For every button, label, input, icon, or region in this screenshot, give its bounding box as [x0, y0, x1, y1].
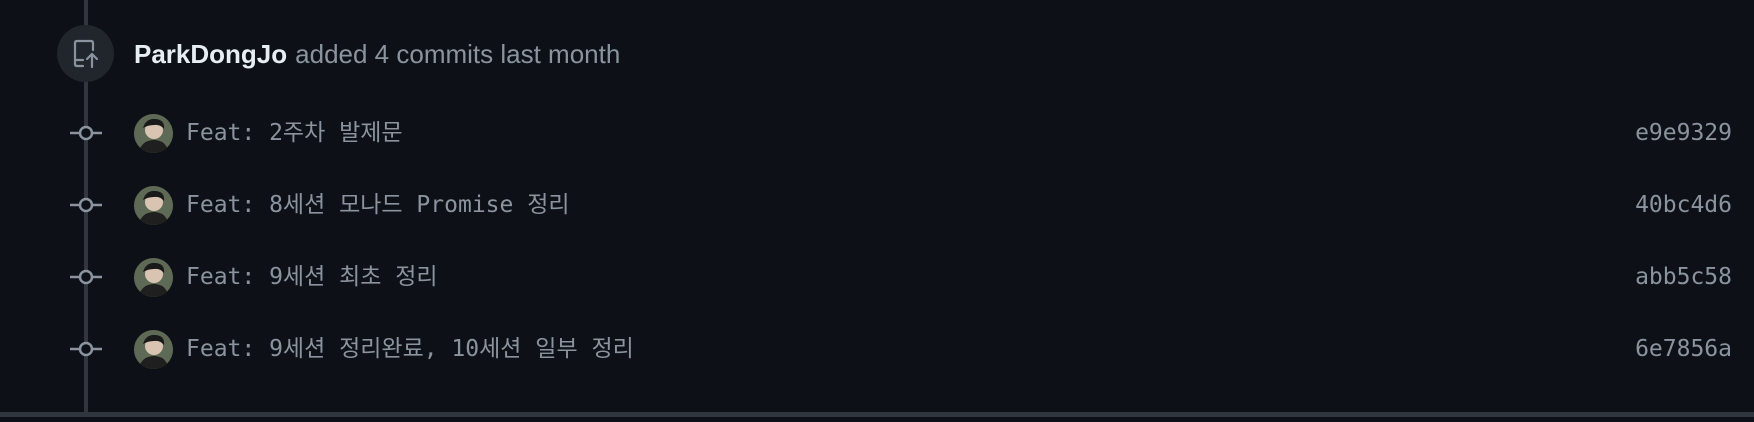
avatar[interactable]	[134, 114, 173, 153]
event-action-text: added 4 commits last month	[295, 38, 621, 69]
event-icon-badge	[57, 25, 114, 82]
commit-row: Feat: 9세션 정리완료, 10세션 일부 정리 6e7856a	[0, 324, 1754, 374]
avatar[interactable]	[134, 330, 173, 369]
avatar[interactable]	[134, 186, 173, 225]
activity-timeline: ParkDongJo added 4 commits last month Fe…	[0, 0, 1754, 422]
commit-sha-link[interactable]: 40bc4d6	[1635, 180, 1732, 230]
author-link[interactable]: ParkDongJo	[134, 39, 287, 70]
git-commit-icon	[68, 180, 104, 230]
commit-row: Feat: 9세션 최초 정리 abb5c58	[0, 252, 1754, 302]
commit-row: Feat: 8세션 모나드 Promise 정리 40bc4d6	[0, 180, 1754, 230]
event-header: ParkDongJo added 4 commits last month	[134, 34, 620, 74]
repo-push-icon	[73, 39, 98, 68]
commit-row: Feat: 2주차 발제문 e9e9329	[0, 108, 1754, 158]
avatar[interactable]	[134, 258, 173, 297]
git-commit-icon	[68, 108, 104, 158]
commit-message-link[interactable]: Feat: 9세션 정리완료, 10세션 일부 정리	[186, 324, 634, 374]
commit-sha-link[interactable]: abb5c58	[1635, 252, 1732, 302]
commit-message-link[interactable]: Feat: 9세션 최초 정리	[186, 252, 438, 302]
commit-sha-link[interactable]: 6e7856a	[1635, 324, 1732, 374]
commit-message-link[interactable]: Feat: 8세션 모나드 Promise 정리	[186, 180, 570, 230]
commit-message-link[interactable]: Feat: 2주차 발제문	[186, 108, 403, 158]
section-divider	[0, 412, 1754, 417]
git-commit-icon	[68, 324, 104, 374]
commit-sha-link[interactable]: e9e9329	[1635, 108, 1732, 158]
git-commit-icon	[68, 252, 104, 302]
